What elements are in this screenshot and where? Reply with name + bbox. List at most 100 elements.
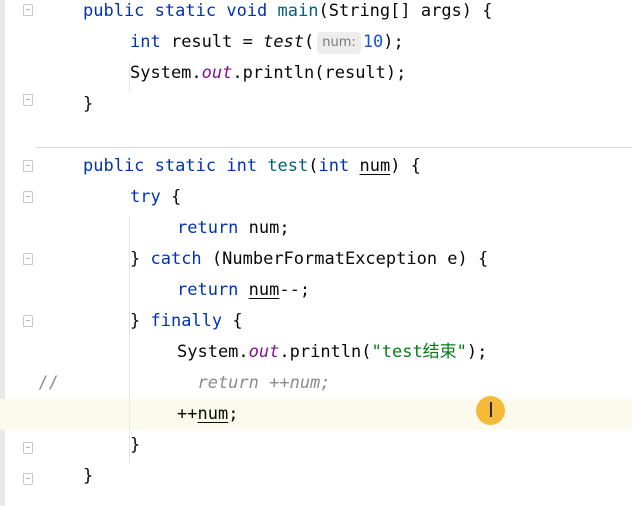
code-token: } bbox=[130, 249, 151, 269]
fold-try-open-icon[interactable] bbox=[23, 191, 33, 203]
indent-guide bbox=[129, 216, 130, 464]
fold-finally-close-icon[interactable] bbox=[23, 442, 33, 454]
code-token: return ++num; bbox=[177, 373, 331, 393]
code-token: static bbox=[154, 156, 217, 176]
code-token: System. bbox=[130, 63, 202, 83]
code-token: void bbox=[226, 1, 268, 21]
code-line[interactable]: System.out.println("test结束"); bbox=[0, 337, 632, 368]
code-line[interactable]: return num--; bbox=[0, 275, 632, 306]
code-token: finally bbox=[150, 311, 223, 331]
code-line[interactable]: } catch (NumberFormatException e) { bbox=[0, 244, 632, 275]
code-token: ); bbox=[383, 32, 404, 52]
text-ibeam-icon: I bbox=[488, 398, 494, 422]
code-token: ( bbox=[308, 156, 319, 176]
parameter-hint: num: bbox=[317, 32, 361, 54]
code-line[interactable]: int result = test(num: 10); bbox=[0, 27, 632, 58]
code-token: static bbox=[154, 1, 217, 21]
code-token: ); bbox=[466, 342, 488, 362]
code-line[interactable]: // return ++num; bbox=[0, 368, 632, 399]
fold-main-open-icon[interactable] bbox=[23, 4, 33, 16]
code-token: --; bbox=[279, 280, 311, 300]
fold-finally-open-icon[interactable] bbox=[23, 315, 33, 327]
code-text[interactable]: return num; bbox=[177, 213, 290, 244]
code-token: } bbox=[130, 435, 141, 455]
code-token: result = bbox=[160, 32, 264, 52]
code-token: (String[] args) { bbox=[318, 1, 493, 21]
fold-test-open-icon[interactable] bbox=[23, 160, 33, 172]
code-token: public bbox=[83, 156, 145, 176]
code-token: return bbox=[177, 218, 239, 238]
code-line[interactable]: } bbox=[0, 89, 632, 120]
code-text[interactable]: return ++num; bbox=[177, 368, 331, 399]
code-token: { bbox=[160, 187, 182, 207]
code-token: return bbox=[177, 280, 239, 300]
code-text[interactable]: } catch (NumberFormatException e) { bbox=[130, 244, 488, 275]
code-token: int bbox=[226, 156, 258, 176]
code-token: ++ bbox=[177, 404, 198, 424]
code-token: } bbox=[130, 311, 151, 331]
code-token: (NumberFormatException e) { bbox=[201, 249, 489, 269]
fold-catch-open-icon[interactable] bbox=[23, 253, 33, 265]
code-text[interactable]: int result = test(num: 10); bbox=[130, 27, 404, 58]
fold-main-close-icon[interactable] bbox=[23, 94, 33, 106]
indent-guide bbox=[129, 62, 130, 93]
fold-test-close-icon[interactable] bbox=[23, 473, 33, 485]
code-line[interactable]: } bbox=[0, 461, 632, 492]
code-line[interactable]: ++num; bbox=[0, 399, 632, 430]
code-text[interactable]: return num--; bbox=[177, 275, 310, 306]
code-line[interactable]: } bbox=[0, 430, 632, 461]
code-token: test bbox=[267, 156, 309, 176]
code-token: System. bbox=[177, 342, 249, 362]
code-text[interactable]: ++num; bbox=[177, 399, 238, 430]
code-token: num bbox=[359, 156, 391, 176]
code-text[interactable]: } finally { bbox=[130, 306, 243, 337]
code-token: { bbox=[222, 311, 243, 331]
code-token: num bbox=[248, 280, 280, 300]
code-token: "test结束" bbox=[371, 342, 467, 362]
code-line[interactable]: } finally { bbox=[0, 306, 632, 337]
code-token: try bbox=[130, 187, 161, 207]
code-token: .println(result); bbox=[232, 63, 407, 83]
code-text[interactable]: } bbox=[83, 89, 93, 120]
code-token: int bbox=[130, 32, 161, 52]
code-token: public bbox=[83, 1, 145, 21]
code-text[interactable]: System.out.println("test结束"); bbox=[177, 337, 487, 368]
code-text[interactable]: public static int test(int num) { bbox=[83, 151, 421, 182]
code-text[interactable]: System.out.println(result); bbox=[130, 58, 406, 89]
code-token: } bbox=[83, 94, 94, 114]
code-token: ( bbox=[304, 32, 315, 52]
code-token: main bbox=[277, 1, 319, 21]
code-editor[interactable]: public static void main(String[] args) {… bbox=[0, 0, 632, 506]
code-token: ; bbox=[228, 404, 239, 424]
code-text[interactable]: try { bbox=[130, 182, 181, 213]
code-token: out bbox=[248, 342, 280, 362]
code-text[interactable]: public static void main(String[] args) { bbox=[83, 0, 493, 27]
code-token: ) { bbox=[390, 156, 421, 176]
method-separator bbox=[36, 147, 632, 148]
code-line[interactable]: System.out.println(result); bbox=[0, 58, 632, 89]
code-line[interactable]: try { bbox=[0, 182, 632, 213]
code-token: out bbox=[201, 63, 233, 83]
code-line[interactable]: public static void main(String[] args) { bbox=[0, 0, 632, 27]
code-token: int bbox=[318, 156, 350, 176]
code-token: test bbox=[263, 32, 305, 52]
comment-marker: // bbox=[38, 373, 59, 393]
code-token: 10 bbox=[362, 32, 384, 52]
code-text[interactable]: } bbox=[130, 430, 140, 461]
code-line[interactable]: public static int test(int num) { bbox=[0, 151, 632, 182]
code-token: num; bbox=[238, 218, 290, 238]
code-token: .println( bbox=[279, 342, 372, 362]
code-token: } bbox=[83, 466, 94, 486]
code-line[interactable]: return num; bbox=[0, 213, 632, 244]
code-token: catch bbox=[150, 249, 202, 269]
code-text[interactable]: } bbox=[83, 461, 93, 492]
code-token: num bbox=[197, 404, 229, 424]
